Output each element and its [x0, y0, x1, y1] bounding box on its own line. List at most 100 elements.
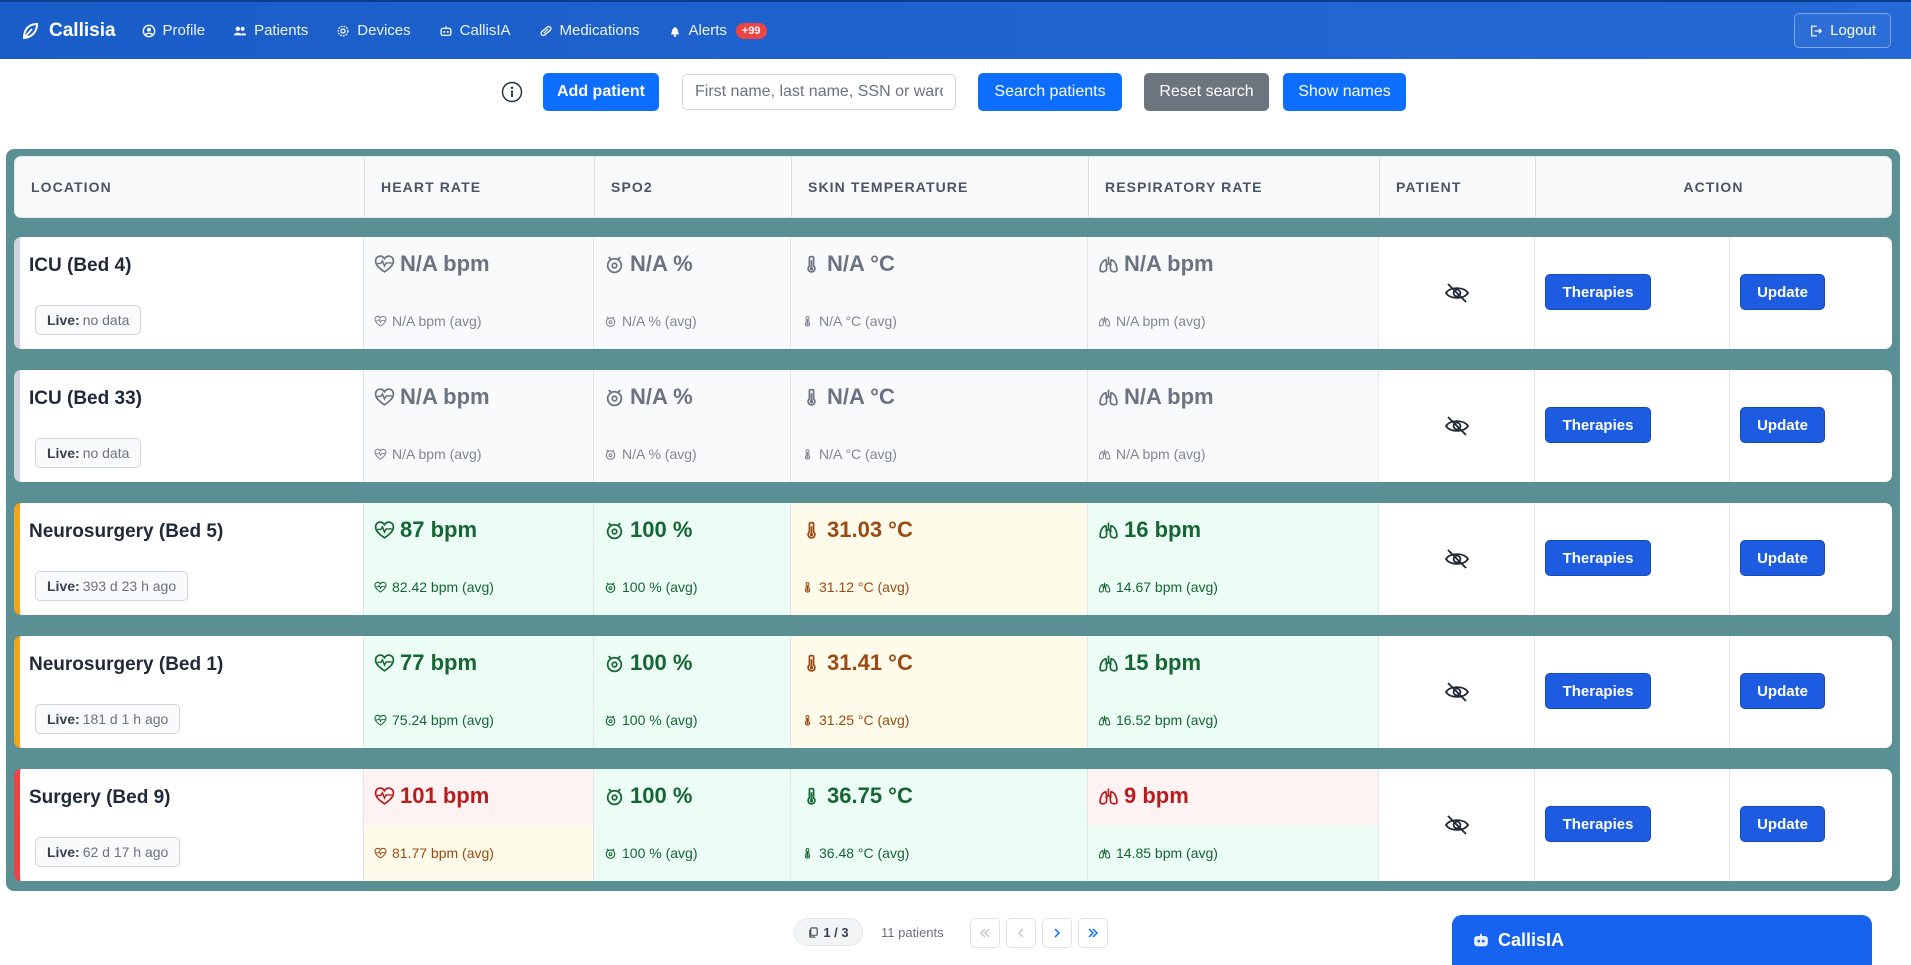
spo2-avg-value: N/A % (avg): [622, 313, 697, 329]
eye-slash-icon: [1444, 549, 1470, 569]
prev-page-button[interactable]: [1006, 918, 1036, 948]
rr-avg-value: N/A bpm (avg): [1116, 313, 1206, 329]
search-input[interactable]: [682, 74, 956, 110]
therapies-cell: Therapies: [1535, 370, 1730, 482]
user-circle-icon: [142, 24, 155, 37]
heart-pulse-icon: [374, 254, 395, 273]
temp-avg-value: N/A °C (avg): [819, 446, 897, 462]
users-icon: [233, 26, 247, 35]
column-header-skin-temperature[interactable]: SKIN TEMPERATURE: [792, 157, 1089, 217]
lungs-icon: [1099, 389, 1118, 406]
lungs-icon: [1099, 256, 1118, 273]
patient-toolbar: Add patient Search patients Reset search…: [0, 73, 1911, 111]
temp-value: 31.03 °C: [827, 517, 913, 542]
rr-avg-value: 16.52 bpm (avg): [1116, 712, 1218, 728]
reveal-patient-toggle[interactable]: [1444, 547, 1470, 571]
therapies-button[interactable]: Therapies: [1545, 540, 1651, 576]
reveal-patient-toggle[interactable]: [1444, 414, 1470, 438]
nav-item-patients[interactable]: Patients: [233, 22, 308, 39]
next-page-button[interactable]: [1042, 918, 1072, 948]
show-names-button[interactable]: Show names: [1283, 73, 1406, 111]
thermometer-icon: [807, 787, 816, 805]
nav-item-devices[interactable]: Devices: [336, 22, 411, 39]
reveal-patient-toggle[interactable]: [1444, 281, 1470, 305]
chevron-double-right-icon: [1088, 928, 1099, 938]
column-header-respiratory-rate[interactable]: RESPIRATORY RATE: [1089, 157, 1380, 217]
logout-label: Logout: [1830, 22, 1876, 39]
live-value: 393 d 23 h ago: [82, 578, 177, 594]
column-header-patient[interactable]: PATIENT: [1380, 157, 1536, 217]
live-value: 181 d 1 h ago: [82, 711, 169, 727]
logout-button[interactable]: Logout: [1794, 13, 1891, 48]
table-row: ICU (Bed 33) Live: no data N/A bpm N/A bp…: [14, 370, 1892, 482]
live-value: no data: [82, 445, 130, 461]
live-label: Live:: [47, 711, 80, 727]
hr-value: 87 bpm: [400, 517, 478, 542]
first-page-button[interactable]: [970, 918, 1000, 948]
therapies-button[interactable]: Therapies: [1545, 673, 1651, 709]
location-cell: ICU (Bed 4) Live: no data: [20, 237, 364, 349]
rr-current: 9 bpm: [1088, 769, 1378, 825]
spo2-cell: N/A % N/A % (avg): [594, 370, 791, 482]
spo2-avg-value: 100 % (avg): [622, 845, 698, 861]
column-header-spo2[interactable]: SPO2: [595, 157, 792, 217]
heart-pulse-icon: [374, 786, 395, 805]
hr-current: N/A bpm: [364, 237, 593, 293]
nav-label: Devices: [357, 22, 411, 39]
last-page-button[interactable]: [1078, 918, 1108, 948]
eye-slash-icon: [1444, 283, 1470, 303]
live-status-badge: Live: no data: [35, 305, 142, 335]
lung-oxygen-icon: [605, 449, 616, 460]
thermometer-icon: [804, 448, 811, 460]
therapies-button[interactable]: Therapies: [1545, 407, 1651, 443]
reveal-patient-toggle[interactable]: [1444, 680, 1470, 704]
lungs-icon: [1098, 316, 1111, 326]
update-button[interactable]: Update: [1740, 540, 1825, 576]
therapies-button[interactable]: Therapies: [1545, 274, 1651, 310]
heart-pulse-icon: [374, 520, 395, 539]
rr-avg-value: 14.85 bpm (avg): [1116, 845, 1218, 861]
nav-item-profile[interactable]: Profile: [142, 22, 205, 39]
callisia-chat-panel[interactable]: CallisIA: [1452, 915, 1872, 965]
heart-pulse-icon: [374, 653, 395, 672]
update-button[interactable]: Update: [1740, 407, 1825, 443]
rr-average: 16.52 bpm (avg): [1088, 692, 1378, 748]
update-button[interactable]: Update: [1740, 806, 1825, 842]
hr-cell: 87 bpm 82.42 bpm (avg): [364, 503, 594, 615]
info-icon[interactable]: [501, 81, 523, 103]
bell-icon: [670, 26, 679, 37]
column-header-heart-rate[interactable]: HEART RATE: [365, 157, 595, 217]
column-header-action: ACTION: [1683, 179, 1744, 195]
temp-average: 36.48 °C (avg): [791, 825, 1087, 881]
brand[interactable]: Callisia: [20, 20, 116, 42]
spo2-avg-value: 100 % (avg): [622, 712, 698, 728]
spo2-current: 100 %: [594, 636, 790, 692]
nav-item-callisia[interactable]: CallisIA: [439, 22, 511, 39]
heart-pulse-icon: [374, 448, 387, 460]
lung-oxygen-icon: [605, 848, 616, 859]
eye-slash-icon: [1444, 416, 1470, 436]
update-cell: Update: [1730, 237, 1892, 349]
hr-current: 77 bpm: [364, 636, 593, 692]
nav-item-alerts[interactable]: Alerts +99: [668, 22, 767, 39]
reset-search-button[interactable]: Reset search: [1144, 73, 1269, 111]
add-patient-button[interactable]: Add patient: [543, 73, 659, 111]
rr-cell: N/A bpm N/A bpm (avg): [1088, 370, 1379, 482]
temp-average: N/A °C (avg): [791, 426, 1087, 482]
lungs-icon: [1098, 449, 1111, 459]
temp-avg-value: 36.48 °C (avg): [819, 845, 910, 861]
search-patients-button[interactable]: Search patients: [978, 73, 1122, 111]
reveal-patient-toggle[interactable]: [1444, 813, 1470, 837]
location-name: Surgery (Bed 9): [29, 787, 171, 808]
nav-item-medications[interactable]: Medications: [539, 22, 640, 39]
update-button[interactable]: Update: [1740, 673, 1825, 709]
hr-average: N/A bpm (avg): [364, 293, 593, 349]
update-button[interactable]: Update: [1740, 274, 1825, 310]
thermometer-icon: [804, 714, 811, 726]
column-header-location[interactable]: LOCATION: [15, 157, 365, 217]
logout-icon: [1811, 25, 1823, 36]
temp-current: 31.03 °C: [791, 503, 1087, 559]
location-name: Neurosurgery (Bed 1): [29, 654, 224, 675]
therapies-button[interactable]: Therapies: [1545, 806, 1651, 842]
patient-cell: [1379, 237, 1535, 349]
